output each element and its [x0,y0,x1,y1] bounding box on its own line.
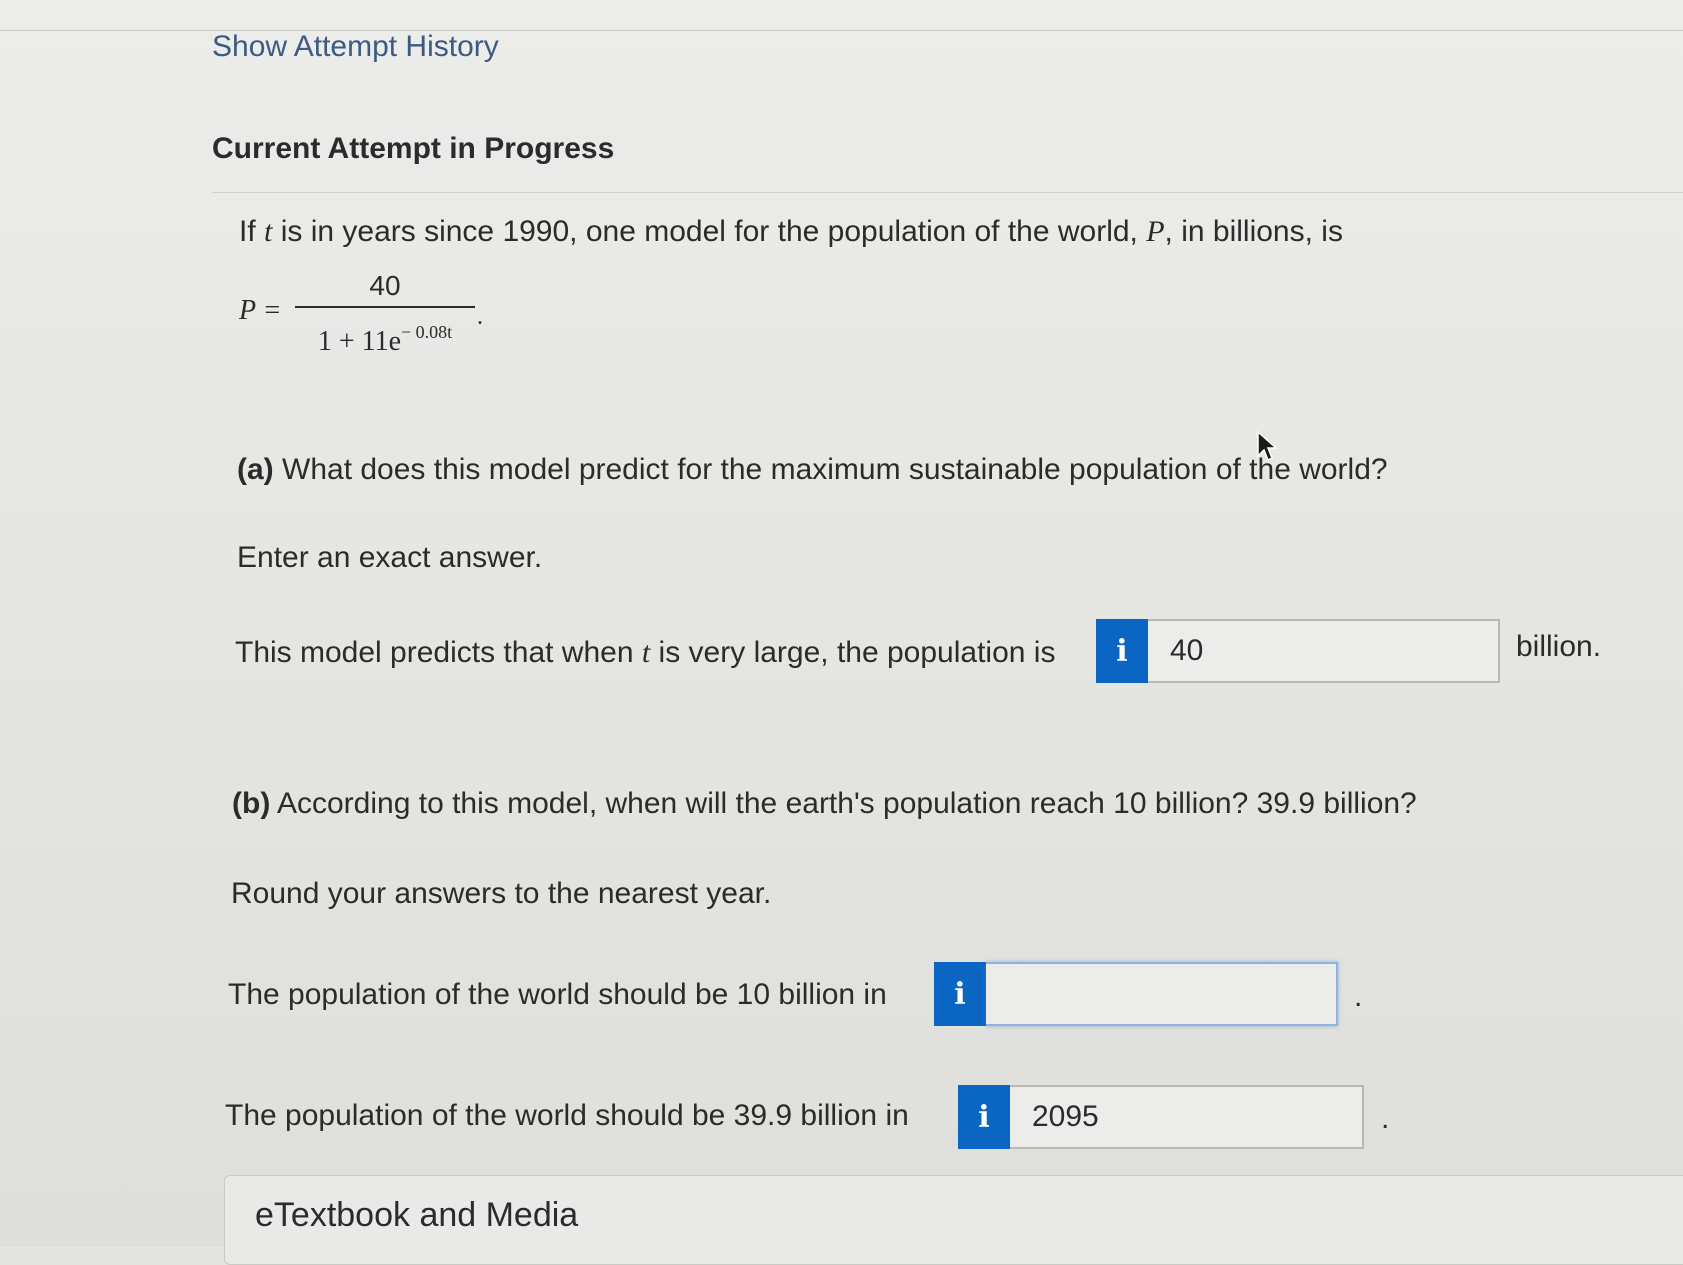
formula-lhs: P = [239,295,282,326]
page-background: Show Attempt History Current Attempt in … [0,0,1683,1265]
part-a-question-text: What does this model predict for the max… [273,453,1388,486]
part-b-10-billion-input[interactable] [986,962,1338,1026]
etextbook-media-title[interactable]: eTextbook and Media [255,1196,578,1235]
part-b-line1-text: The population of the world should be 10… [228,978,887,1011]
t-variable: t [641,636,651,669]
info-icon[interactable]: i [934,962,986,1026]
formula-period: . [477,304,483,330]
part-a-label: (a) [237,453,274,486]
part-b-instruction: Round your answers to the nearest year. [231,877,772,910]
part-a-sentence-start: This model predicts that when [235,636,642,669]
problem-intro: If t is in years since 1990, one model f… [239,215,1343,249]
formula-denominator: 1 + 11e− 0.08t [295,314,475,360]
part-a-sentence-end: is very large, the population is [650,636,1056,669]
part-b-line2-period: . [1381,1102,1390,1135]
part-b-39-9-billion-input[interactable] [1010,1085,1364,1149]
fraction-bar [295,306,475,308]
section-divider [212,192,1683,193]
part-a-unit: billion. [1516,630,1602,663]
part-b-question-text: According to this model, when will the e… [270,787,1417,820]
intro-end: , in billions, is [1164,215,1343,248]
part-b-line2-text: The population of the world should be 39… [225,1099,909,1132]
p-variable: P [1146,215,1165,248]
part-b-line1-period: . [1354,980,1363,1013]
part-b-label: (b) [232,787,271,820]
part-a-answer-group: i [1096,619,1500,683]
section-title: Current Attempt in Progress [212,132,615,165]
info-icon[interactable]: i [958,1085,1010,1149]
part-b-line1-answer-group: i [934,962,1338,1026]
denominator-base: 1 + 11e [317,326,402,357]
part-b-line2-answer-group: i [958,1085,1364,1149]
mouse-pointer-icon [1257,430,1278,462]
show-attempt-history-link[interactable]: Show Attempt History [212,30,499,64]
part-a-sentence: This model predicts that when t is very … [235,636,1055,670]
intro-middle: is in years since 1990, one model for th… [272,215,1147,248]
part-a-question: (a) What does this model predict for the… [237,453,1388,487]
etextbook-media-panel[interactable]: eTextbook and Media [224,1175,1683,1265]
intro-prefix: If [239,215,265,248]
part-b-question: (b) According to this model, when will t… [232,787,1417,821]
formula-numerator: 40 [369,270,401,301]
denominator-exponent: − 0.08t [401,322,453,342]
part-a-instruction: Enter an exact answer. [237,541,543,574]
formula-fraction: 40 1 + 11e− 0.08t [295,268,475,360]
info-icon[interactable]: i [1096,619,1148,683]
part-a-answer-input[interactable] [1148,619,1500,683]
